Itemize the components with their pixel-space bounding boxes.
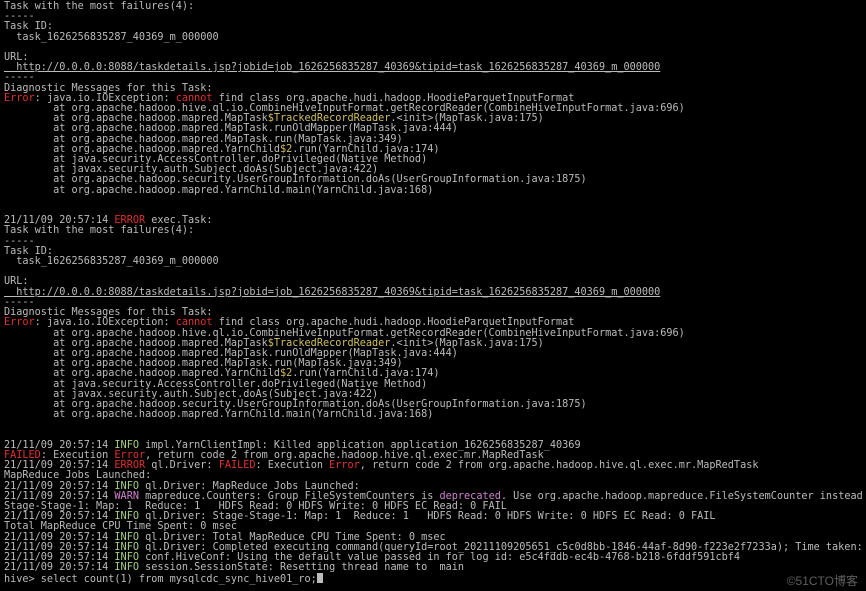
cursor-icon: [317, 573, 323, 583]
hive-prompt[interactable]: hive> select count(1) from mysqlcdc_sync…: [4, 574, 317, 585]
failed-token: FAILED: [219, 460, 256, 471]
line: , return code 2 from org.apache.hadoop.h…: [360, 460, 759, 471]
line: at org.apache.hadoop.mapred.YarnChild.ma…: [4, 409, 433, 420]
line: task_1626256835287_40369_m_000000: [4, 256, 219, 267]
line: . Use org.apache.hadoop.mapreduce.FileSy…: [501, 491, 863, 502]
url-link[interactable]: http://0.0.0.0:8088/taskdetails.jsp?jobi…: [4, 62, 660, 73]
lvl-info: INFO: [114, 562, 139, 573]
line: 21/11/09 20:57:14: [4, 562, 108, 573]
line: at org.apache.hadoop.mapred.YarnChild.ma…: [4, 185, 433, 196]
line: session.SessionState: Resetting thread n…: [139, 562, 464, 573]
line: : Execution: [256, 460, 330, 471]
error-token: Error: [329, 460, 360, 471]
line: ql.Driver:: [145, 460, 219, 471]
line: task_1626256835287_40369_m_000000: [4, 32, 219, 43]
url-link[interactable]: http://0.0.0.0:8088/taskdetails.jsp?jobi…: [4, 287, 660, 298]
terminal-output: Task with the most failures(4): ----- Ta…: [0, 0, 866, 588]
